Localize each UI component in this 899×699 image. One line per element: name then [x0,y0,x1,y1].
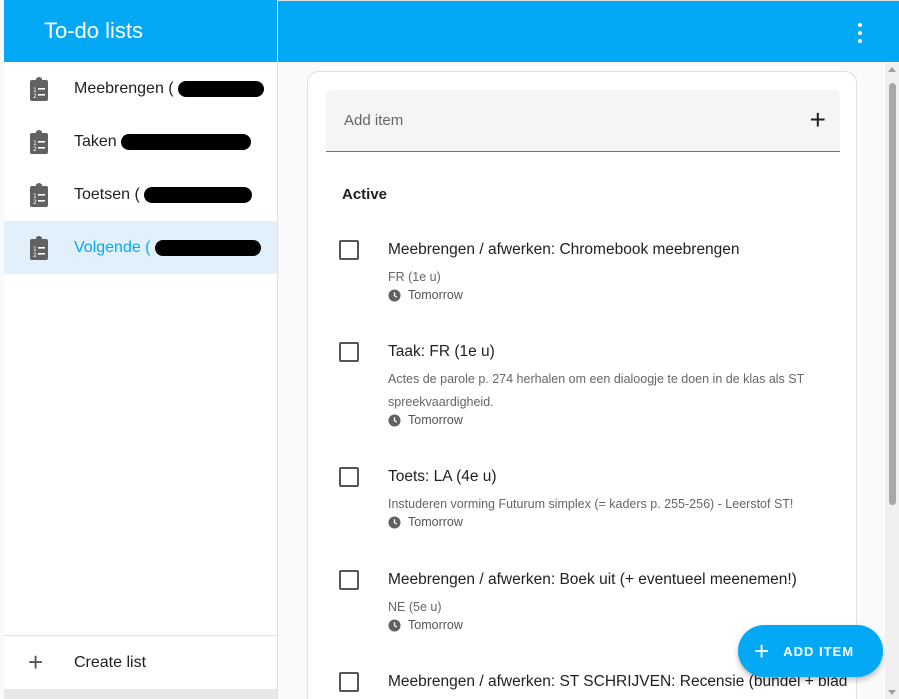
todo-description-line: NE (5e u) [388,600,442,614]
create-list-label: Create list [74,653,147,671]
sidebar-item-label: Taken [74,132,117,150]
sidebar: To-do lists 12 Meebrengen ( 12 Taken 12 … [4,0,278,699]
sidebar-title: To-do lists [4,0,277,62]
plus-icon: + [754,636,770,666]
todo-title[interactable]: Meebrengen / afwerken: Boek uit (+ event… [388,570,797,590]
create-list-button[interactable]: + Create list [4,635,277,689]
clock-icon [388,288,401,302]
clipboard-list-icon: 12 [28,182,50,207]
add-item-fab-label: ADD ITEM [783,643,855,659]
clipboard-list-icon: 12 [28,235,50,260]
sidebar-item-volgende[interactable]: 12 Volgende ( [4,221,277,274]
redaction-bar [143,186,252,203]
todo-checkbox[interactable] [339,342,359,362]
more-vert-icon[interactable] [851,23,869,43]
top-app-bar [278,0,899,62]
clipboard-list-icon: 12 [28,76,50,101]
todo-card: + Active Meebrengen / afwerken: Chromebo… [307,71,857,699]
todo-description-line: FR (1e u) [388,270,441,284]
scroll-up-arrow-icon[interactable] [888,67,896,72]
todo-description-line: spreekvaardigheid. [388,395,494,409]
todo-due: Tomorrow [388,618,463,632]
add-item-field[interactable]: + [326,90,840,152]
todo-title[interactable]: Meebrengen / afwerken: Chromebook meebre… [388,240,740,260]
clipboard-list-icon: 12 [28,129,50,154]
todo-description: Actes de parole p. 274 herhalen om een d… [388,368,838,414]
sidebar-item-label: Toetsen ( [74,185,140,203]
todo-due: Tomorrow [388,515,463,529]
sidebar-item-meebrengen[interactable]: 12 Meebrengen ( [4,62,277,115]
todo-checkbox[interactable] [339,672,359,692]
svg-text:2: 2 [33,93,37,100]
sidebar-item-toetsen[interactable]: 12 Toetsen ( [4,168,277,221]
todo-checkbox[interactable] [339,467,359,487]
add-item-fab[interactable]: + ADD ITEM [738,625,883,677]
sidebar-item-label: Volgende ( [74,238,151,256]
todo-checkbox[interactable] [339,240,359,260]
horizontal-scrollbar[interactable] [4,689,277,699]
add-item-input[interactable] [344,112,784,129]
todo-due-label: Tomorrow [408,413,463,427]
scroll-thumb[interactable] [889,83,896,505]
svg-text:2: 2 [33,146,37,153]
todo-due-label: Tomorrow [408,515,463,529]
sidebar-item-taken[interactable]: 12 Taken [4,115,277,168]
todo-checkbox[interactable] [339,570,359,590]
clock-icon [388,618,401,632]
todo-due: Tomorrow [388,413,463,427]
todo-description: FR (1e u) [388,266,838,289]
todo-description-line: Instuderen vorming Futurum simplex (= ka… [388,497,794,511]
svg-text:2: 2 [33,252,37,259]
scroll-down-arrow-icon[interactable] [888,690,896,695]
plus-icon: + [28,647,44,677]
app: To-do lists 12 Meebrengen ( 12 Taken 12 … [0,0,899,699]
todo-title[interactable]: Taak: FR (1e u) [388,342,495,362]
todo-description-line: Actes de parole p. 274 herhalen om een d… [388,372,805,386]
redaction-bar [177,80,264,97]
svg-text:2: 2 [33,199,37,206]
redaction-bar [120,133,251,150]
section-title-active: Active [342,186,388,203]
vertical-scrollbar[interactable] [885,63,899,699]
todo-due: Tomorrow [388,288,463,302]
main-content: + Active Meebrengen / afwerken: Chromebo… [279,63,885,699]
todo-description: Instuderen vorming Futurum simplex (= ka… [388,493,838,516]
add-icon[interactable]: + [810,106,826,134]
todo-description: NE (5e u) [388,596,838,619]
clock-icon [388,413,401,427]
sidebar-item-label: Meebrengen ( [74,79,174,97]
todo-due-label: Tomorrow [408,288,463,302]
redaction-bar [154,239,261,256]
todo-title[interactable]: Toets: LA (4e u) [388,467,497,487]
todo-due-label: Tomorrow [408,618,463,632]
clock-icon [388,515,401,529]
